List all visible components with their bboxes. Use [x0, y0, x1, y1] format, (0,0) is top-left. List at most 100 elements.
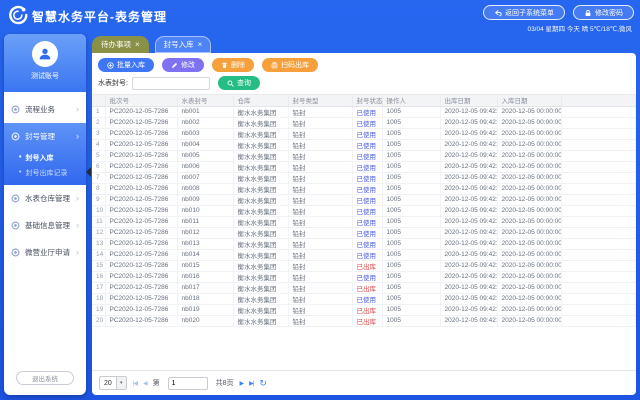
- table-row[interactable]: 6PC2020-12-05-7286nb006衡水水务集团铅封已使用100520…: [92, 161, 636, 172]
- cell: 铅封: [288, 117, 352, 128]
- sidebar-subitem-seal-inbound[interactable]: • 封号入库: [4, 150, 86, 165]
- delete-button[interactable]: 删除: [212, 58, 254, 72]
- cell: nb007: [177, 172, 233, 183]
- chevron-right-icon: ›: [76, 248, 79, 257]
- table-row[interactable]: 19PC2020-12-05-7286nb019衡水水务集团铅封已出库10052…: [92, 304, 636, 315]
- prev-page-button[interactable]: ◀: [143, 380, 147, 387]
- chevron-right-icon: ›: [76, 132, 79, 141]
- scan-box-icon: [271, 62, 278, 69]
- cell: 铅封: [288, 172, 352, 183]
- last-page-button[interactable]: ▶|: [249, 380, 253, 387]
- table-row[interactable]: 11PC2020-12-05-7286nb011衡水水务集团铅封已使用10052…: [92, 216, 636, 227]
- weather-info: 03/04 星期四 今天 晴 5℃/18℃,微风: [527, 23, 632, 33]
- back-to-subsystem-button[interactable]: 返回子系统菜单: [483, 5, 565, 20]
- row-number-cell: 11: [92, 216, 105, 227]
- seal-number-input[interactable]: [132, 77, 210, 90]
- status-cell: 已出库: [352, 282, 382, 293]
- cell: nb006: [177, 161, 233, 172]
- cell: 2020-12-05 09:42:01: [440, 216, 497, 227]
- table-row[interactable]: 7PC2020-12-05-7286nb007衡水水务集团铅封已使用100520…: [92, 172, 636, 183]
- cell: 2020-12-05 00:00:00: [497, 315, 561, 326]
- table-row[interactable]: 16PC2020-12-05-7286nb016衡水水务集团铅封已使用10052…: [92, 271, 636, 282]
- cell: nb009: [177, 194, 233, 205]
- sidebar-item-label: 水表仓库管理: [25, 193, 70, 204]
- cell: nb020: [177, 315, 233, 326]
- cell: PC2020-12-05-7286: [105, 161, 177, 172]
- cell: 铅封: [288, 304, 352, 315]
- cell: nb017: [177, 282, 233, 293]
- table-row[interactable]: 20PC2020-12-05-7286nb020衡水水务集团铅封已出库10052…: [92, 315, 636, 326]
- filter-label: 水表封号:: [98, 78, 128, 88]
- change-password-label: 修改密码: [595, 8, 623, 18]
- table-row[interactable]: 5PC2020-12-05-7286nb005衡水水务集团铅封已使用100520…: [92, 150, 636, 161]
- sidebar-subitem-label: 封号出库记录: [25, 168, 67, 178]
- tab-close-icon[interactable]: ×: [135, 40, 140, 49]
- cell: 2020-12-05 00:00:00: [497, 161, 561, 172]
- cell: 2020-12-05 00:00:00: [497, 172, 561, 183]
- query-button[interactable]: 查询: [218, 76, 260, 90]
- cell: 2020-12-05 09:42:01: [440, 315, 497, 326]
- table-row[interactable]: 13PC2020-12-05-7286nb013衡水水务集团铅封已使用10052…: [92, 238, 636, 249]
- tab-seal-inbound[interactable]: 封号入库 ×: [155, 36, 212, 53]
- page-size-select[interactable]: 20 ▾: [99, 376, 127, 390]
- row-number-cell: 6: [92, 161, 105, 172]
- table-row[interactable]: 2PC2020-12-05-7286nb002衡水水务集团铅封已使用100520…: [92, 117, 636, 128]
- sidebar-menu: 流程业务 › 封号管理 › • 封号入库 • 封号出库记录 水表仓库管理 ›: [4, 92, 86, 371]
- cell: 2020-12-05 09:42:01: [440, 106, 497, 117]
- sidebar-subitem-seal-outbound-record[interactable]: • 封号出库记录: [4, 165, 86, 180]
- table-row[interactable]: 12PC2020-12-05-7286nb012衡水水务集团铅封已使用10052…: [92, 227, 636, 238]
- table-row[interactable]: 1PC2020-12-05-7286nb001衡水水务集团铅封已使用100520…: [92, 106, 636, 117]
- cell: nb003: [177, 128, 233, 139]
- cell: 铅封: [288, 249, 352, 260]
- sidebar-collapse-handle[interactable]: [86, 167, 91, 177]
- scan-outbound-button[interactable]: 扫码出库: [262, 58, 318, 72]
- batch-inbound-button[interactable]: 批量入库: [98, 58, 154, 72]
- sidebar-item-process-business[interactable]: 流程业务 ›: [4, 96, 86, 123]
- logout-button[interactable]: 退出系统: [16, 371, 74, 385]
- table-row[interactable]: 9PC2020-12-05-7286nb009衡水水务集团铅封已使用100520…: [92, 194, 636, 205]
- next-page-button[interactable]: ▶: [240, 380, 244, 387]
- table-row[interactable]: 14PC2020-12-05-7286nb014衡水水务集团铅封已使用10052…: [92, 249, 636, 260]
- sidebar-item-micro-hall[interactable]: 微营业厅申请 ›: [4, 239, 86, 266]
- table-row[interactable]: 17PC2020-12-05-7286nb017衡水水务集团铅封已出库10052…: [92, 282, 636, 293]
- cell: nb008: [177, 183, 233, 194]
- cell: 衡水水务集团: [233, 304, 288, 315]
- row-number-cell: 8: [92, 183, 105, 194]
- chevron-right-icon: ›: [76, 105, 79, 114]
- table-row[interactable]: 15PC2020-12-05-7286nb015衡水水务集团铅封已出库10052…: [92, 260, 636, 271]
- total-pages-label: 共8页: [216, 378, 234, 388]
- cell: 铅封: [288, 161, 352, 172]
- modify-button[interactable]: 修改: [162, 58, 204, 72]
- cell: 1005: [382, 139, 440, 150]
- filler-cell: [561, 282, 636, 293]
- change-password-button[interactable]: 修改密码: [573, 5, 634, 20]
- sidebar-item-basic-info[interactable]: 基础信息管理 ›: [4, 212, 86, 239]
- cell: 1005: [382, 205, 440, 216]
- cell: 衡水水务集团: [233, 205, 288, 216]
- table-row[interactable]: 18PC2020-12-05-7286nb018衡水水务集团铅封已使用10052…: [92, 293, 636, 304]
- cell: 2020-12-05 00:00:00: [497, 205, 561, 216]
- avatar[interactable]: [32, 41, 58, 67]
- sidebar-item-meter-warehouse[interactable]: 水表仓库管理 ›: [4, 185, 86, 212]
- table-row[interactable]: 4PC2020-12-05-7286nb004衡水水务集团铅封已使用100520…: [92, 139, 636, 150]
- table-row[interactable]: 3PC2020-12-05-7286nb003衡水水务集团铅封已使用100520…: [92, 128, 636, 139]
- tab-todo-items[interactable]: 待办事项 ×: [92, 36, 149, 53]
- table-row[interactable]: 10PC2020-12-05-7286nb010衡水水务集团铅封已使用10052…: [92, 205, 636, 216]
- tab-close-icon[interactable]: ×: [198, 40, 203, 49]
- table-row[interactable]: 8PC2020-12-05-7286nb008衡水水务集团铅封已使用100520…: [92, 183, 636, 194]
- sidebar-item-seal-management[interactable]: 封号管理 ›: [4, 123, 86, 150]
- cell: 1005: [382, 249, 440, 260]
- cell: nb010: [177, 205, 233, 216]
- account-name: 测试账号: [31, 71, 59, 81]
- cell: 衡水水务集团: [233, 271, 288, 282]
- first-page-button[interactable]: |◀: [133, 380, 137, 387]
- refresh-icon[interactable]: ↻: [259, 378, 267, 389]
- cell: 2020-12-05 00:00:00: [497, 293, 561, 304]
- column-header: 入库日期: [497, 95, 561, 106]
- cell: 2020-12-05 09:42:01: [440, 260, 497, 271]
- cell: 衡水水务集团: [233, 106, 288, 117]
- page-number-input[interactable]: [168, 377, 208, 390]
- filler-cell: [561, 315, 636, 326]
- cell: PC2020-12-05-7286: [105, 194, 177, 205]
- sidebar-item-label: 封号管理: [25, 131, 55, 142]
